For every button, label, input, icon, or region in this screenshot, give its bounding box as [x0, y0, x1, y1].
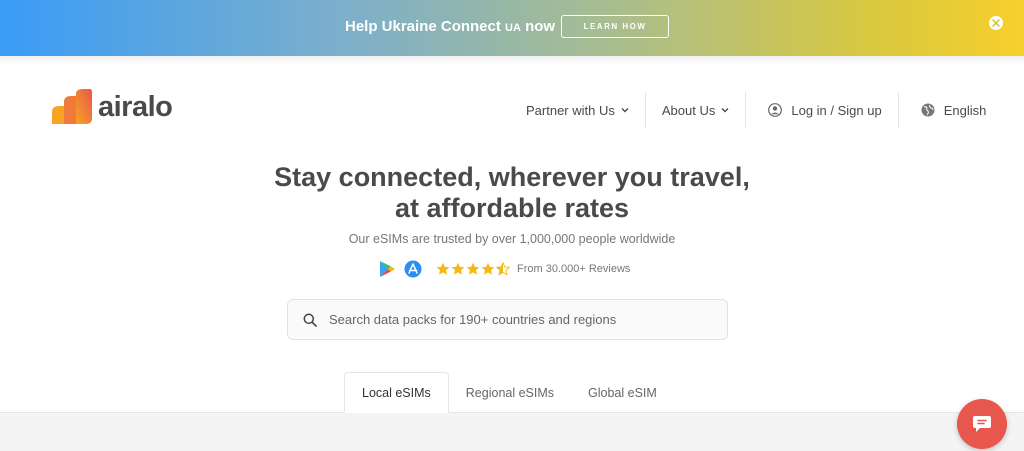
title-line-2: at affordable rates: [394, 193, 630, 223]
chat-icon: [973, 416, 991, 432]
nav-language[interactable]: English: [899, 92, 1003, 128]
airalo-logo[interactable]: airalo: [50, 88, 173, 126]
user-icon: [768, 103, 783, 117]
ratings-row: From 30.000+ Reviews: [378, 258, 630, 280]
close-icon[interactable]: [989, 16, 1003, 30]
search-input[interactable]: [329, 312, 709, 327]
nav-label: Log in / Sign up: [791, 102, 882, 118]
chat-button[interactable]: [957, 399, 1007, 449]
banner-text: Help Ukraine Connect UA now: [345, 18, 555, 35]
chevron-down-icon: [621, 108, 629, 113]
tab-regional-esims[interactable]: Regional eSIMs: [449, 372, 571, 413]
content-background: [0, 413, 1024, 451]
star-icon: [466, 262, 480, 275]
page-title: Stay connected, wherever you travel, at …: [0, 162, 1024, 224]
globe-icon: [921, 103, 935, 117]
nav-label: English: [943, 102, 987, 118]
banner-text-end: now: [520, 18, 556, 35]
half-star-icon: [496, 262, 510, 276]
banner-text-suffix: UA: [505, 22, 521, 34]
chevron-down-icon: [721, 108, 729, 113]
search-icon: [303, 313, 317, 327]
nav-label: Partner with Us: [526, 102, 615, 118]
star-icon: [451, 262, 465, 275]
search-box[interactable]: [287, 299, 728, 340]
banner-text-main: Help Ukraine Connect: [345, 18, 501, 35]
title-line-1: Stay connected, wherever you travel,: [274, 162, 750, 192]
esim-tabs: Local eSIMs Regional eSIMs Global eSIM: [344, 372, 674, 413]
app-store-icon[interactable]: [404, 260, 422, 278]
nav-label: About Us: [661, 102, 716, 118]
main-nav: Partner with Us About Us Log in / Sign u…: [510, 92, 1002, 128]
tab-local-esims[interactable]: Local eSIMs: [344, 372, 449, 413]
logo-text: airalo: [98, 90, 173, 123]
nav-partner-with-us[interactable]: Partner with Us: [510, 92, 645, 128]
logo-icon: [52, 89, 92, 124]
reviews-count: From 30.000+ Reviews: [517, 263, 631, 275]
nav-login-signup[interactable]: Log in / Sign up: [746, 92, 897, 128]
google-play-icon[interactable]: [378, 260, 396, 278]
header-shadow: [0, 56, 1024, 64]
learn-how-button[interactable]: LEARN HOW: [561, 15, 669, 38]
hero-subtitle: Our eSIMs are trusted by over 1,000,000 …: [348, 232, 676, 246]
tab-global-esim[interactable]: Global eSIM: [571, 372, 674, 413]
nav-about-us[interactable]: About Us: [646, 92, 745, 128]
star-icon: [481, 262, 495, 275]
star-icon: [436, 262, 450, 275]
star-rating: [436, 262, 511, 276]
promo-banner: Help Ukraine Connect UA now LEARN HOW: [0, 0, 1024, 56]
